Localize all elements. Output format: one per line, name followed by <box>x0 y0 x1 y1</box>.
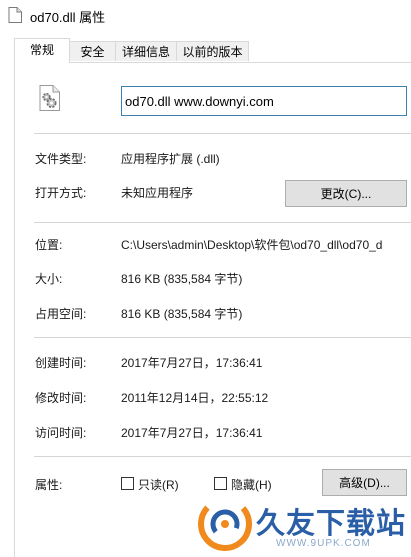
modified-label: 修改时间: <box>35 391 87 405</box>
tab-strip: 常规 安全 详细信息 以前的版本 <box>0 38 411 63</box>
advanced-button[interactable]: 高级(D)... <box>322 469 407 496</box>
location-value: C:\Users\admin\Desktop\软件包\od70_dll\od70… <box>121 238 383 252</box>
document-icon <box>8 7 22 23</box>
size-label: 大小: <box>35 272 63 286</box>
disk-size-value: 816 KB (835,584 字节) <box>121 307 243 321</box>
dll-gear-file-icon <box>39 85 60 111</box>
size-value: 816 KB (835,584 字节) <box>121 272 243 286</box>
hidden-checkbox[interactable] <box>214 477 227 490</box>
tab-general[interactable]: 常规 <box>14 38 70 63</box>
separator <box>34 337 411 338</box>
modified-value: 2011年12月14日，22:55:12 <box>121 391 269 405</box>
open-with-value: 未知应用程序 <box>121 186 194 200</box>
title-bar: od70.dll 属性 <box>0 0 411 30</box>
accessed-value: 2017年7月27日，17:36:41 <box>121 426 263 440</box>
created-label: 创建时间: <box>35 356 87 370</box>
tab-security[interactable]: 安全 <box>69 41 116 61</box>
created-value: 2017年7月27日，17:36:41 <box>121 356 263 370</box>
separator <box>34 222 411 223</box>
readonly-checkbox[interactable] <box>121 477 134 490</box>
separator <box>34 133 411 134</box>
open-with-label: 打开方式: <box>35 186 87 200</box>
watermark-logo-icon <box>198 497 252 551</box>
file-type-label: 文件类型: <box>35 152 87 166</box>
window-title: od70.dll 属性 <box>30 10 106 25</box>
tab-details[interactable]: 详细信息 <box>115 41 177 61</box>
watermark: 久友下载站 WWW.9UPK.COM <box>196 496 411 557</box>
disk-size-label: 占用空间: <box>35 307 87 321</box>
hidden-label[interactable]: 隐藏(H) <box>231 476 272 493</box>
tab-previous-versions[interactable]: 以前的版本 <box>176 41 249 61</box>
separator <box>34 456 411 457</box>
watermark-url: WWW.9UPK.COM <box>276 538 371 549</box>
watermark-text: 久友下载站 <box>256 506 407 540</box>
change-button[interactable]: 更改(C)... <box>285 180 407 207</box>
accessed-label: 访问时间: <box>35 426 87 440</box>
attributes-label: 属性: <box>35 478 63 492</box>
file-name-input[interactable] <box>121 86 407 116</box>
file-type-value: 应用程序扩展 (.dll) <box>121 152 220 166</box>
location-label: 位置: <box>35 238 63 252</box>
readonly-label[interactable]: 只读(R) <box>138 476 179 493</box>
